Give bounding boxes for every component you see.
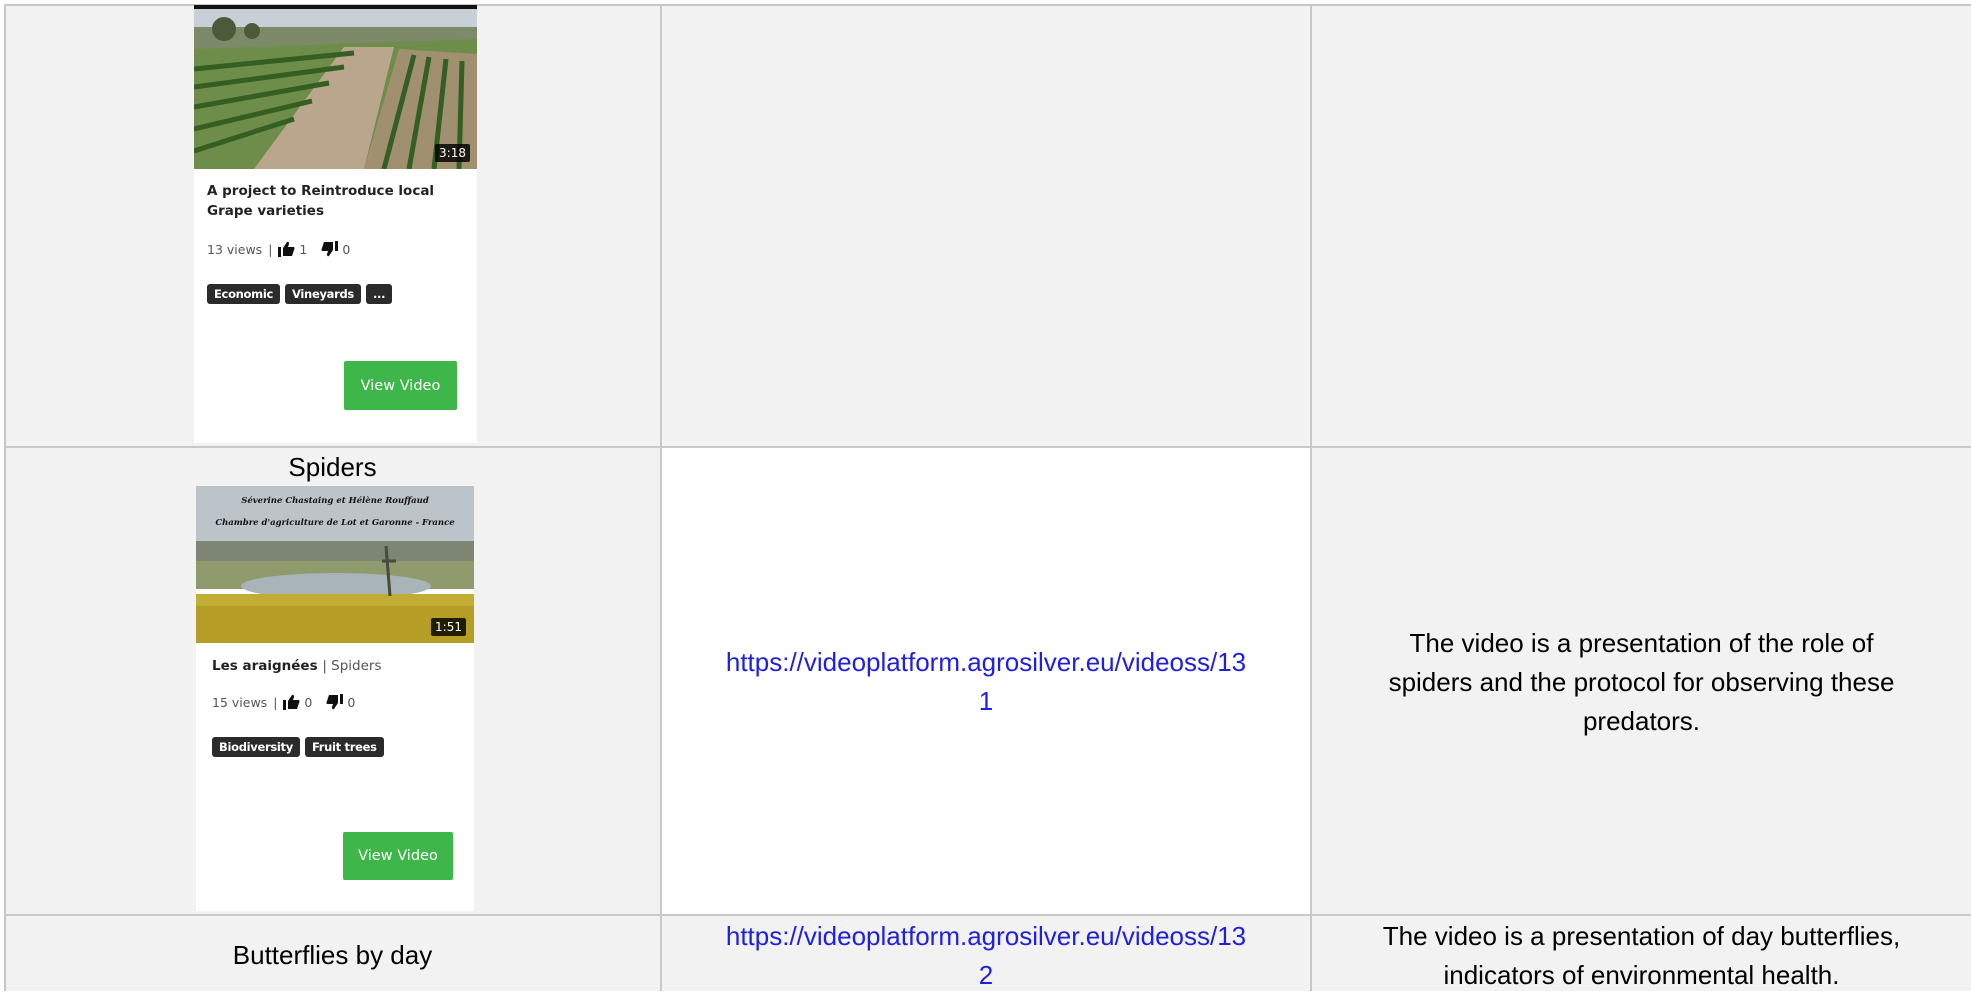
video-card: 3:18 A project to Reintroduce local Grap… bbox=[194, 5, 477, 443]
video-table: 3:18 A project to Reintroduce local Grap… bbox=[0, 0, 1971, 991]
video-duration: 1:51 bbox=[431, 618, 466, 636]
video-stats: 13 views | 1 0 bbox=[207, 241, 351, 257]
table-col-divider bbox=[1310, 4, 1312, 991]
row1-col3 bbox=[1312, 5, 1971, 446]
video-title[interactable]: A project to Reintroduce local Grape var… bbox=[207, 181, 469, 221]
dislike-count: 0 bbox=[342, 241, 351, 257]
row1-col2 bbox=[662, 5, 1310, 446]
view-video-button[interactable]: View Video bbox=[343, 832, 453, 880]
video-tags: Biodiversity Fruit trees bbox=[212, 737, 384, 757]
like-icon[interactable] bbox=[283, 694, 300, 710]
video-stats: 15 views | 0 0 bbox=[212, 694, 356, 710]
video-thumbnail[interactable]: Séverine Chastaing et Hélène Rouffaud Ch… bbox=[196, 486, 474, 643]
tag[interactable]: Vineyards bbox=[285, 284, 361, 304]
row-label: Spiders bbox=[288, 452, 377, 482]
dislike-icon[interactable] bbox=[321, 241, 339, 257]
video-thumbnail[interactable]: 3:18 bbox=[194, 9, 477, 169]
view-count: 15 views bbox=[212, 694, 268, 710]
thumbnail-caption: Séverine Chastaing et Hélène Rouffaud bbox=[241, 496, 429, 506]
video-description: The video is a presentation of the role … bbox=[1388, 628, 1895, 736]
video-duration: 3:18 bbox=[435, 144, 470, 162]
dislike-icon[interactable] bbox=[326, 694, 344, 710]
tag[interactable]: Biodiversity bbox=[212, 737, 300, 757]
video-description: The video is a presentation of day butte… bbox=[1382, 921, 1901, 990]
tag[interactable]: Economic bbox=[207, 284, 281, 304]
like-icon[interactable] bbox=[278, 241, 295, 257]
row-label: Butterflies by day bbox=[232, 940, 433, 970]
table-col-divider bbox=[660, 4, 662, 991]
dislike-count: 0 bbox=[347, 694, 356, 710]
table-row-divider bbox=[5, 914, 1971, 916]
view-video-button[interactable]: View Video bbox=[344, 361, 457, 410]
video-link[interactable]: https://videoplatform.agrosilver.eu/vide… bbox=[662, 643, 1310, 721]
table-border-left bbox=[4, 4, 6, 991]
like-count: 0 bbox=[304, 694, 313, 710]
like-count: 1 bbox=[299, 241, 308, 257]
video-tags: Economic Vineyards ... bbox=[207, 284, 393, 304]
video-card: Séverine Chastaing et Hélène Rouffaud Ch… bbox=[196, 486, 474, 911]
tag[interactable]: Fruit trees bbox=[304, 737, 384, 757]
video-link[interactable]: https://videoplatform.agrosilver.eu/vide… bbox=[662, 917, 1310, 995]
view-count: 13 views bbox=[207, 241, 263, 257]
tag-more[interactable]: ... bbox=[365, 284, 393, 304]
video-title[interactable]: Les araignées | Spiders bbox=[212, 656, 462, 676]
thumbnail-caption: Chambre d'agriculture de Lot et Garonne … bbox=[215, 518, 455, 528]
